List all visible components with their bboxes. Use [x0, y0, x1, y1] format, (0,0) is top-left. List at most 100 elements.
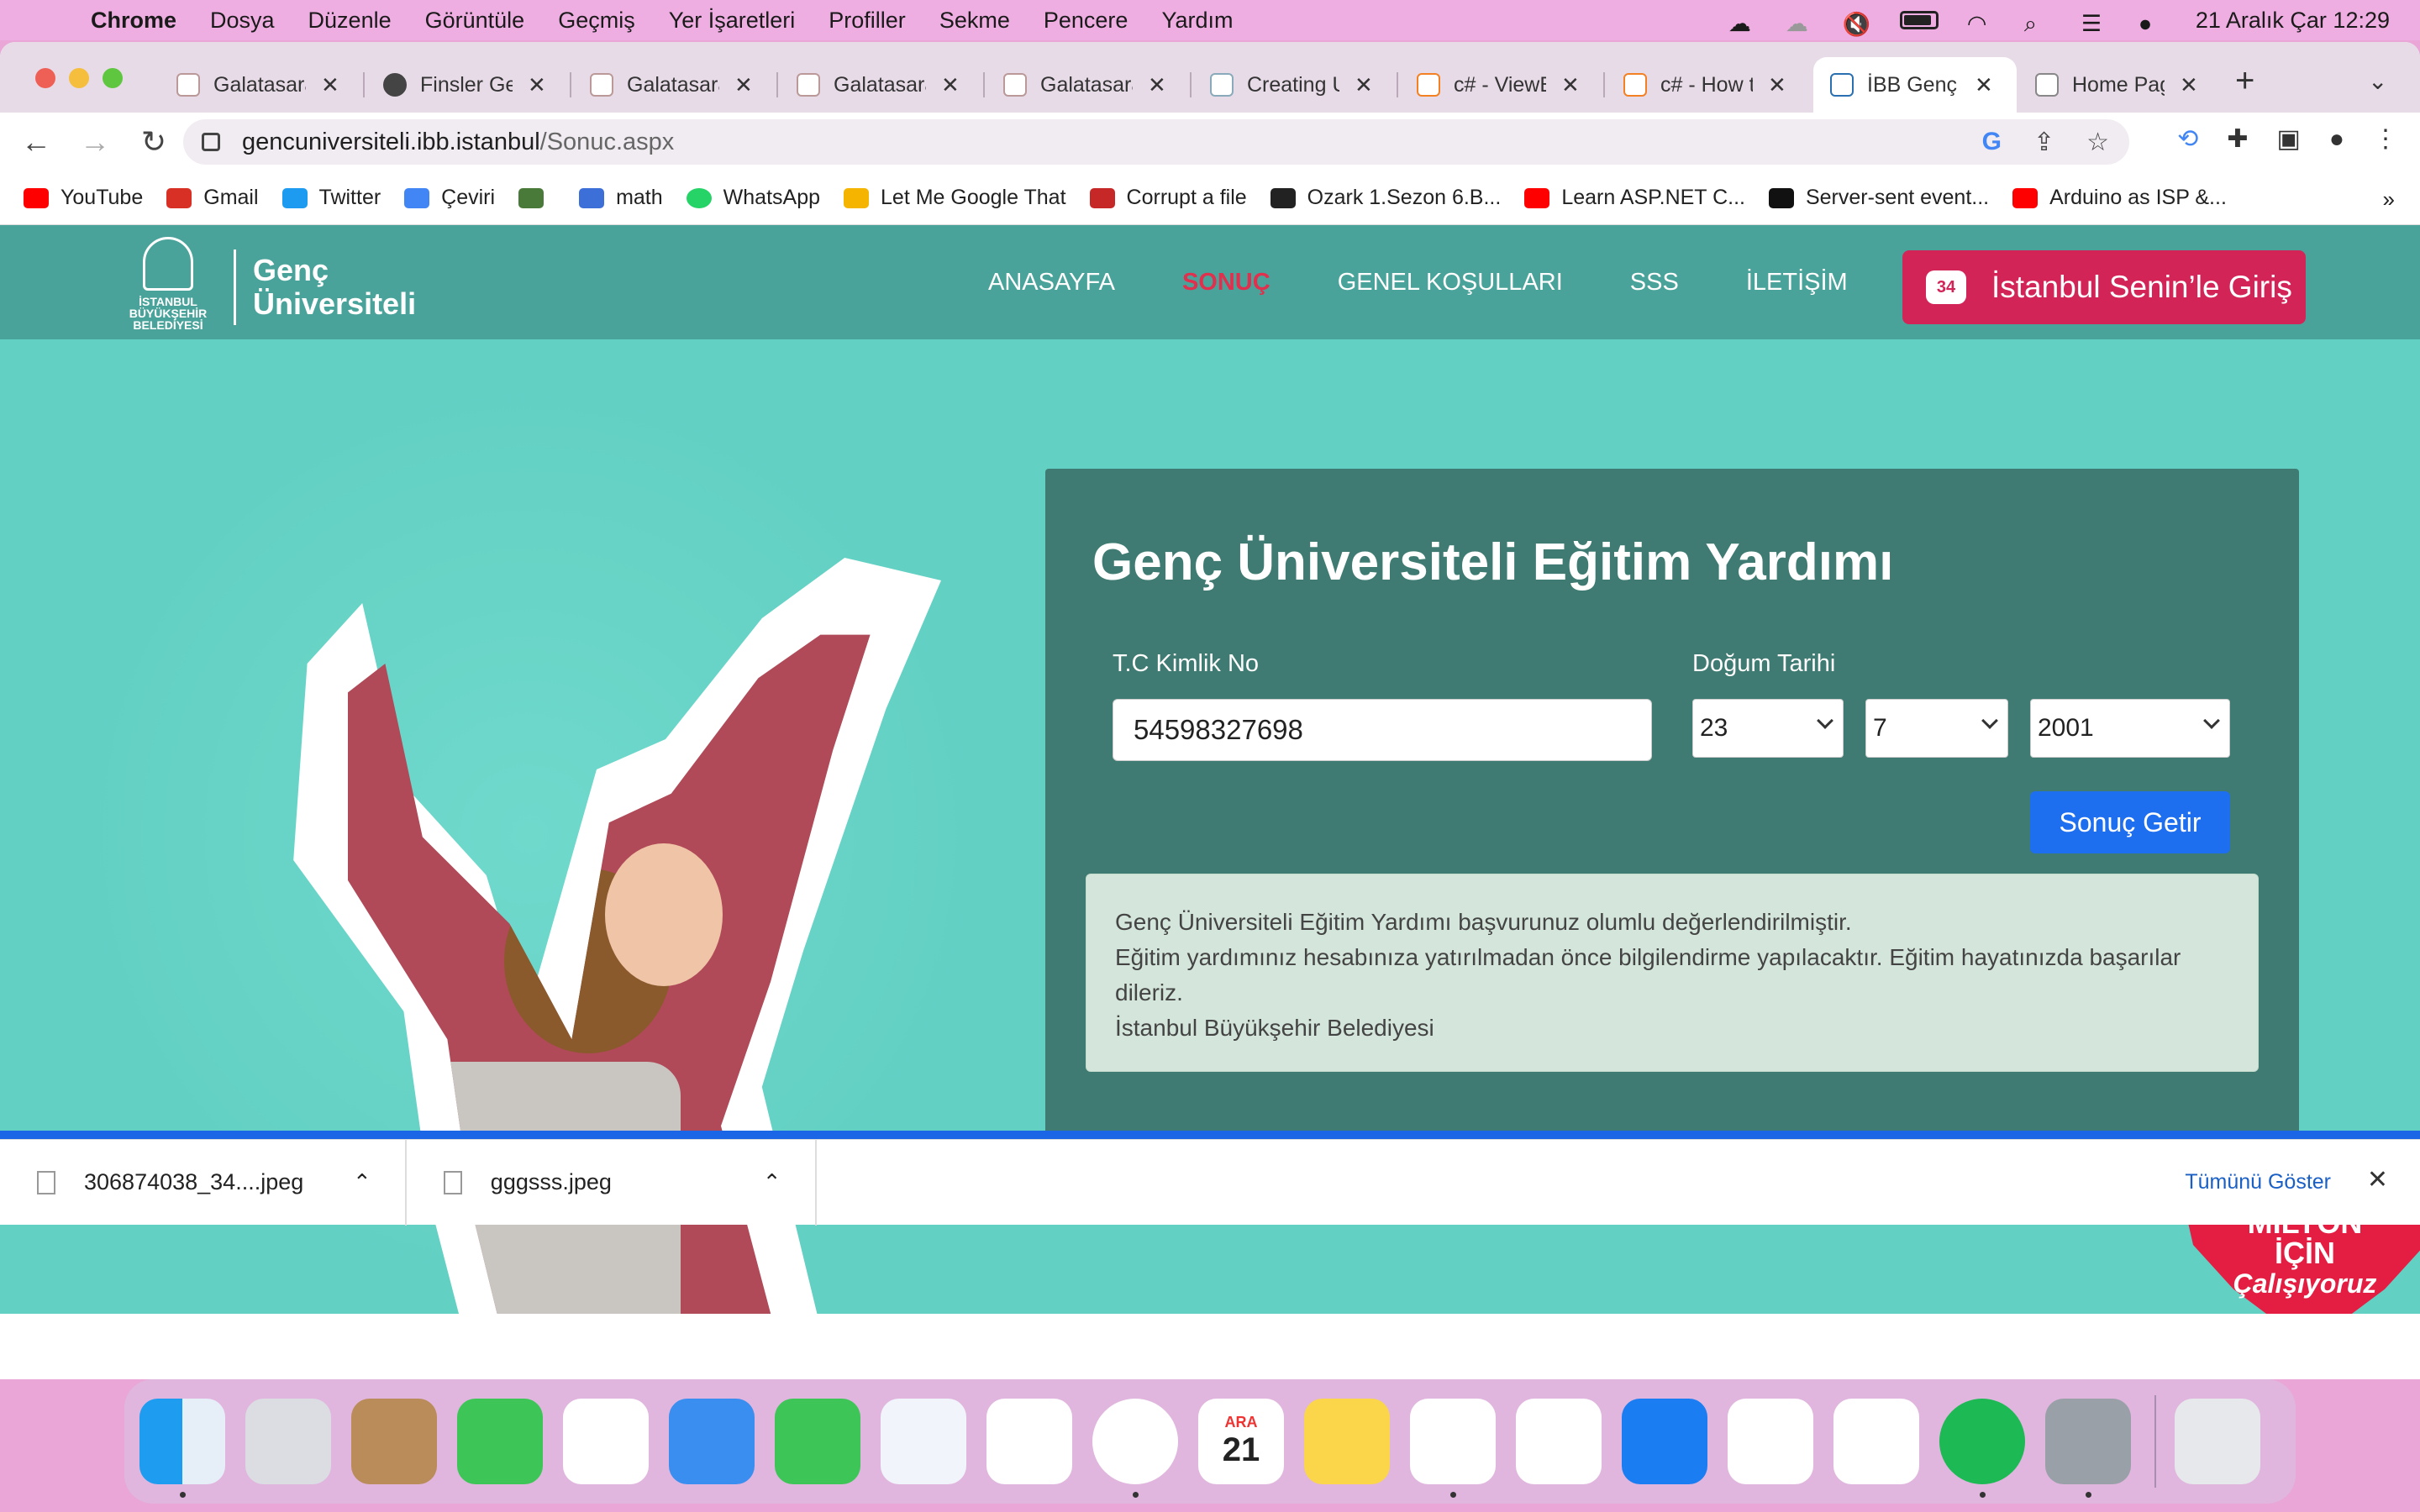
- chrome-icon[interactable]: [1092, 1399, 1178, 1498]
- new-tab-plus-icon[interactable]: +: [2235, 62, 2254, 100]
- trash-icon[interactable]: [2175, 1399, 2260, 1484]
- share-icon[interactable]: ⇪: [2033, 128, 2054, 157]
- tab-home-page[interactable]: Home Page ✕: [2018, 57, 2198, 113]
- bookmark-ozark[interactable]: Ozark 1.Sezon 6.B...: [1270, 186, 1501, 210]
- download-item-1[interactable]: 306874038_34....jpeg ⌃: [0, 1139, 407, 1226]
- control-center-icon[interactable]: ☰: [2081, 11, 2110, 36]
- menu-edit[interactable]: Düzenle: [308, 8, 392, 34]
- reminders-icon[interactable]: [986, 1399, 1072, 1484]
- birth-day-select[interactable]: 23: [1692, 699, 1844, 758]
- menu-tab[interactable]: Sekme: [939, 8, 1010, 34]
- extensions-puzzle-icon[interactable]: ✚: [2227, 124, 2248, 154]
- reload-icon[interactable]: ↻: [124, 124, 183, 160]
- bookmark-aspnet[interactable]: Learn ASP.NET C...: [1524, 186, 1745, 210]
- bookmark-whatsapp[interactable]: WhatsApp: [686, 186, 820, 210]
- spotify-icon[interactable]: [1939, 1399, 2025, 1498]
- tab-csharp-how[interactable]: c# - How to ✕: [1607, 57, 1786, 113]
- tab-close-icon[interactable]: ✕: [1561, 72, 1580, 98]
- nav-home[interactable]: ANASAYFA: [988, 269, 1115, 297]
- profile-avatar-icon[interactable]: ●: [2329, 125, 2344, 154]
- bookmark-math[interactable]: math: [579, 186, 663, 210]
- lock-icon[interactable]: [202, 133, 220, 151]
- vscode-icon[interactable]: [1410, 1399, 1496, 1498]
- chevron-up-icon[interactable]: ⌃: [763, 1169, 781, 1195]
- tab-close-icon[interactable]: ✕: [528, 72, 546, 98]
- xcode-icon[interactable]: [1622, 1399, 1707, 1484]
- launchpad-icon[interactable]: [245, 1399, 331, 1484]
- more-menu-icon[interactable]: ⋮: [2373, 124, 2398, 154]
- tc-kimlik-input[interactable]: [1113, 699, 1652, 761]
- creative-cloud-icon[interactable]: ☁: [1786, 11, 1814, 36]
- menu-window[interactable]: Pencere: [1044, 8, 1128, 34]
- tab-galatasaray-2[interactable]: Galatasaray ✕: [573, 57, 753, 113]
- notes-icon[interactable]: [1304, 1399, 1390, 1484]
- search-icon[interactable]: ⌕: [2024, 11, 2053, 36]
- tab-close-icon[interactable]: ✕: [1975, 72, 1993, 98]
- tab-close-icon[interactable]: ✕: [1148, 72, 1166, 98]
- database-icon[interactable]: [2045, 1399, 2131, 1498]
- birth-year-select[interactable]: 2001: [2030, 699, 2230, 758]
- tab-galatasaray-3[interactable]: Galatasaray ✕: [780, 57, 960, 113]
- bookmark-star-icon[interactable]: ☆: [2086, 128, 2109, 157]
- tab-close-icon[interactable]: ✕: [1768, 72, 1786, 98]
- bookmark-gmail[interactable]: Gmail: [166, 186, 259, 210]
- chevron-up-icon[interactable]: ⌃: [353, 1169, 371, 1195]
- translate-icon[interactable]: ⟲: [2177, 124, 2198, 154]
- zoom-window-icon[interactable]: [103, 68, 123, 88]
- tab-close-icon[interactable]: ✕: [2180, 72, 2198, 98]
- menu-app-name[interactable]: Chrome: [91, 8, 176, 34]
- tab-close-icon[interactable]: ✕: [941, 72, 960, 98]
- menu-bookmarks[interactable]: Yer İşaretleri: [669, 8, 796, 34]
- teams-icon[interactable]: [1728, 1399, 1813, 1484]
- site-logo[interactable]: İSTANBUL BÜYÜKŞEHİR BELEDİYESİ Genç Üniv…: [116, 237, 416, 338]
- side-panel-icon[interactable]: ▣: [2277, 124, 2301, 154]
- nav-result[interactable]: SONUÇ: [1182, 269, 1270, 297]
- finder-icon[interactable]: [139, 1399, 225, 1498]
- address-bar[interactable]: gencuniversiteli.ibb.istanbul /Sonuc.asp…: [183, 119, 2129, 165]
- nav-general-terms[interactable]: GENEL KOŞULLARI: [1338, 269, 1563, 297]
- istanbul-login-button[interactable]: 34 İstanbul Senin’le Giriş: [1902, 250, 2306, 324]
- birth-month-select[interactable]: 7: [1865, 699, 2008, 758]
- mute-icon[interactable]: 🔇: [1843, 11, 1871, 37]
- cloud-sync-icon[interactable]: ☁: [1728, 11, 1757, 36]
- bookmark-image[interactable]: [518, 187, 555, 208]
- nav-contact[interactable]: İLETİŞİM: [1746, 269, 1848, 297]
- forward-arrow-icon[interactable]: →: [66, 124, 124, 160]
- contacts-icon[interactable]: [351, 1399, 437, 1484]
- tab-close-icon[interactable]: ✕: [1355, 72, 1373, 98]
- bookmark-corrupt-file[interactable]: Corrupt a file: [1089, 186, 1247, 210]
- back-arrow-icon[interactable]: ←: [7, 124, 66, 160]
- tab-search-chevron-icon[interactable]: ⌄: [2368, 67, 2387, 95]
- bookmarks-overflow-icon[interactable]: »: [2383, 186, 2395, 213]
- facetime-icon[interactable]: [457, 1399, 543, 1484]
- tab-finsler[interactable]: Finsler Geometry ✕: [366, 57, 546, 113]
- menu-help[interactable]: Yardım: [1161, 8, 1233, 34]
- tab-close-icon[interactable]: ✕: [734, 72, 753, 98]
- tab-galatasaray-4[interactable]: Galatasaray ✕: [986, 57, 1166, 113]
- mail-icon[interactable]: [669, 1399, 755, 1484]
- bookmark-sse[interactable]: Server-sent event...: [1768, 186, 1989, 210]
- menu-file[interactable]: Dosya: [210, 8, 275, 34]
- messages-icon[interactable]: [775, 1399, 860, 1484]
- tab-creating-ui[interactable]: Creating UI ✕: [1193, 57, 1373, 113]
- bookmark-twitter[interactable]: Twitter: [281, 186, 381, 210]
- menu-clock[interactable]: 21 Aralık Çar 12:29: [2196, 8, 2390, 34]
- menu-view[interactable]: Görüntüle: [425, 8, 525, 34]
- close-download-shelf-icon[interactable]: ✕: [2367, 1165, 2388, 1194]
- wifi-icon[interactable]: ◠: [1967, 11, 1996, 36]
- minimize-window-icon[interactable]: [69, 68, 89, 88]
- bookmark-lmgt[interactable]: Let Me Google That: [844, 186, 1066, 210]
- battery-icon[interactable]: [1899, 11, 1939, 29]
- photos-icon[interactable]: [563, 1399, 649, 1484]
- show-all-downloads-link[interactable]: Tümünü Göster: [2185, 1170, 2331, 1194]
- get-result-button[interactable]: Sonuç Getir: [2030, 791, 2230, 853]
- calendar-icon[interactable]: ARA 21: [1198, 1399, 1284, 1484]
- download-item-2[interactable]: gggsss.jpeg ⌃: [407, 1139, 817, 1226]
- visual-studio-icon[interactable]: [1516, 1399, 1602, 1484]
- menu-profiles[interactable]: Profiller: [829, 8, 906, 34]
- nav-faq[interactable]: SSS: [1630, 269, 1679, 297]
- bookmark-arduino[interactable]: Arduino as ISP &...: [2012, 186, 2227, 210]
- safari-icon[interactable]: [881, 1399, 966, 1484]
- google-lens-icon[interactable]: G: [1982, 128, 2002, 157]
- bookmark-translate[interactable]: Çeviri: [404, 186, 495, 210]
